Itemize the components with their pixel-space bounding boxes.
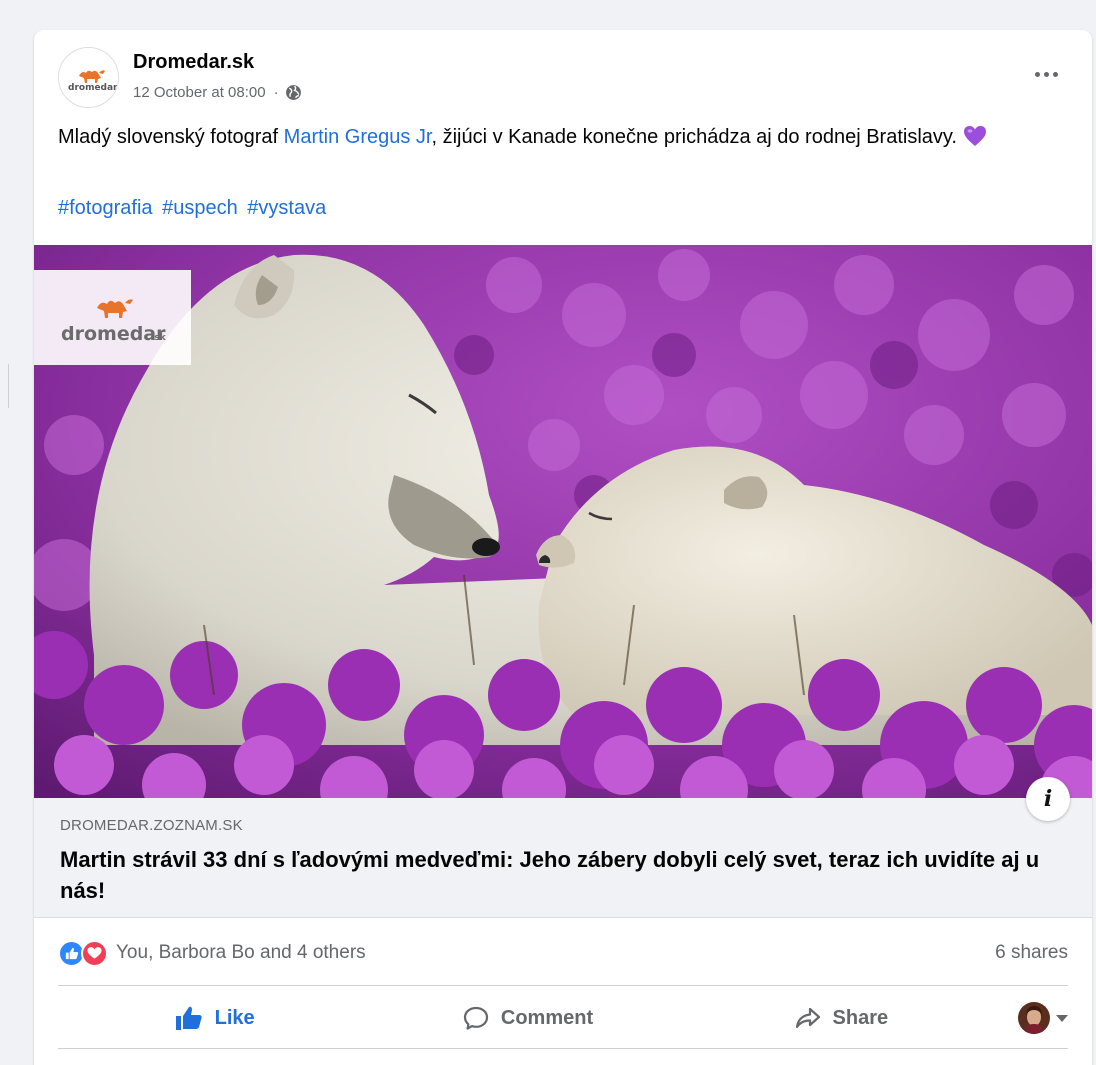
post-card: dromedar Dromedar.sk 12 October at 08:00… bbox=[34, 30, 1092, 1065]
polar-bears-photo bbox=[34, 245, 1092, 798]
comment-label: Comment bbox=[500, 1006, 594, 1029]
comment-button[interactable]: Comment bbox=[371, 994, 684, 1042]
hashtag-link[interactable]: #vystava bbox=[247, 197, 326, 219]
comment-icon bbox=[463, 1006, 488, 1030]
post-actions: Like Comment Share bbox=[58, 987, 1068, 1049]
post-text-rest: , žijúci v Kanade konečne prichádza aj d… bbox=[431, 126, 963, 148]
mention-link[interactable]: Martin Gregus Jr bbox=[284, 126, 432, 148]
dot-icon bbox=[1043, 71, 1049, 77]
caret-down-icon bbox=[1055, 1014, 1068, 1022]
post-header: dromedar Dromedar.sk 12 October at 08:00… bbox=[34, 30, 1092, 118]
user-avatar bbox=[1017, 1002, 1050, 1034]
link-domain: DROMEDAR.ZOZNAM.SK bbox=[60, 817, 243, 834]
post-timestamp[interactable]: 12 October at 08:00 bbox=[133, 84, 266, 101]
dot-icon bbox=[1052, 71, 1058, 77]
logo-suffix: .sk bbox=[151, 333, 167, 343]
source-logo-badge: dromedar .sk bbox=[34, 270, 191, 365]
hashtag-link[interactable]: #uspech bbox=[162, 197, 238, 219]
dot-icon bbox=[1034, 71, 1040, 77]
svg-text:dromedar: dromedar bbox=[68, 83, 118, 93]
reactions-text[interactable]: You, Barbora Bo and 4 others bbox=[116, 942, 366, 964]
love-reaction-icon bbox=[81, 939, 108, 967]
post-text: Mladý slovenský fotograf Martin Gregus J… bbox=[58, 122, 1058, 153]
link-preview-details[interactable]: DROMEDAR.ZOZNAM.SK Martin strávil 33 dní… bbox=[34, 798, 1092, 918]
hashtag-link[interactable]: #fotografia bbox=[58, 197, 153, 219]
post-text-intro: Mladý slovenský fotograf bbox=[58, 126, 284, 148]
more-options-button[interactable] bbox=[1028, 62, 1064, 86]
engagement-bar: You, Barbora Bo and 4 others 6 shares bbox=[58, 935, 1068, 971]
thumbs-up-icon bbox=[175, 1006, 202, 1030]
share-button[interactable]: Share bbox=[685, 994, 998, 1042]
page-avatar[interactable]: dromedar bbox=[58, 47, 119, 108]
hashtags: #fotografia #uspech #vystava bbox=[58, 197, 330, 220]
reactions-summary[interactable]: You, Barbora Bo and 4 others bbox=[58, 939, 366, 967]
purple-heart-icon bbox=[963, 126, 986, 146]
share-icon bbox=[795, 1007, 820, 1029]
left-panel-edge bbox=[0, 360, 8, 412]
reaction-profile-selector[interactable] bbox=[998, 994, 1068, 1042]
dromedar-logo-icon: dromedar bbox=[59, 48, 118, 107]
globe-icon[interactable] bbox=[285, 84, 302, 101]
like-label: Like bbox=[214, 1006, 255, 1029]
meta-separator: · bbox=[273, 84, 279, 101]
author-name[interactable]: Dromedar.sk bbox=[133, 51, 254, 74]
divider bbox=[58, 985, 1068, 986]
info-icon[interactable]: i bbox=[1026, 777, 1070, 821]
shares-count[interactable]: 6 shares bbox=[995, 942, 1068, 964]
link-title[interactable]: Martin strávil 33 dní s ľadovými medveďm… bbox=[60, 844, 1060, 906]
link-preview-image[interactable]: dromedar .sk bbox=[34, 245, 1092, 798]
post-meta: 12 October at 08:00 · bbox=[133, 84, 302, 101]
share-label: Share bbox=[832, 1006, 889, 1029]
like-button[interactable]: Like bbox=[58, 994, 371, 1042]
divider bbox=[58, 1048, 1068, 1049]
dromedar-logo-icon: dromedar .sk bbox=[61, 298, 167, 345]
reaction-icons bbox=[58, 939, 108, 967]
